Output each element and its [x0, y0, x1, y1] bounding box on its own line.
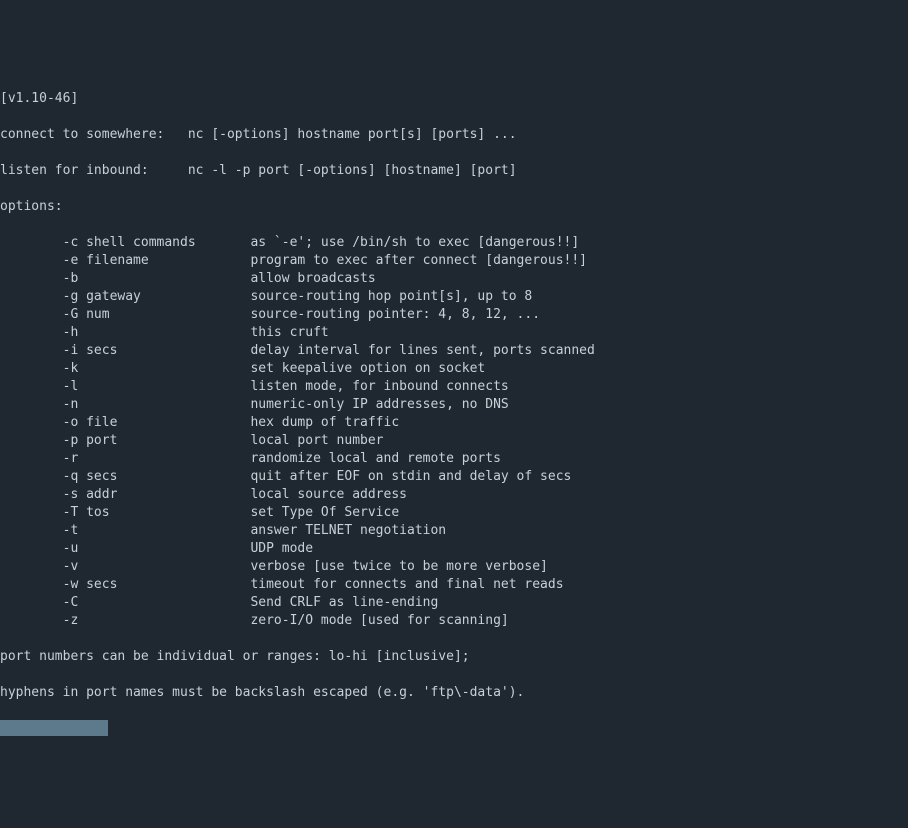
- option-line: -c shell commands as `-e'; use /bin/sh t…: [0, 234, 908, 252]
- usage-connect: connect to somewhere: nc [-options] host…: [0, 126, 908, 144]
- option-line: -s addr local source address: [0, 486, 908, 504]
- option-line: -e filename program to exec after connec…: [0, 252, 908, 270]
- option-line: -b allow broadcasts: [0, 270, 908, 288]
- option-line: -k set keepalive option on socket: [0, 360, 908, 378]
- option-line: -l listen mode, for inbound connects: [0, 378, 908, 396]
- option-line: -G num source-routing pointer: 4, 8, 12,…: [0, 306, 908, 324]
- option-line: -u UDP mode: [0, 540, 908, 558]
- option-line: -h this cruft: [0, 324, 908, 342]
- option-line: -w secs timeout for connects and final n…: [0, 576, 908, 594]
- usage-listen: listen for inbound: nc -l -p port [-opti…: [0, 162, 908, 180]
- option-line: -p port local port number: [0, 432, 908, 450]
- option-line: -q secs quit after EOF on stdin and dela…: [0, 468, 908, 486]
- option-line: -z zero-I/O mode [used for scanning]: [0, 612, 908, 630]
- option-line: -v verbose [use twice to be more verbose…: [0, 558, 908, 576]
- footer-ports: port numbers can be individual or ranges…: [0, 648, 908, 666]
- cursor-block: [0, 720, 108, 736]
- footer-escape: hyphens in port names must be backslash …: [0, 684, 908, 702]
- option-line: -C Send CRLF as line-ending: [0, 594, 908, 612]
- option-line: -i secs delay interval for lines sent, p…: [0, 342, 908, 360]
- terminal-output: [v1.10-46] connect to somewhere: nc [-op…: [0, 72, 908, 738]
- option-line: -o file hex dump of traffic: [0, 414, 908, 432]
- option-line: -r randomize local and remote ports: [0, 450, 908, 468]
- version-line: [v1.10-46]: [0, 90, 908, 108]
- option-line: -n numeric-only IP addresses, no DNS: [0, 396, 908, 414]
- options-header: options:: [0, 198, 908, 216]
- options-list: -c shell commands as `-e'; use /bin/sh t…: [0, 234, 908, 630]
- option-line: -g gateway source-routing hop point[s], …: [0, 288, 908, 306]
- option-line: -t answer TELNET negotiation: [0, 522, 908, 540]
- option-line: -T tos set Type Of Service: [0, 504, 908, 522]
